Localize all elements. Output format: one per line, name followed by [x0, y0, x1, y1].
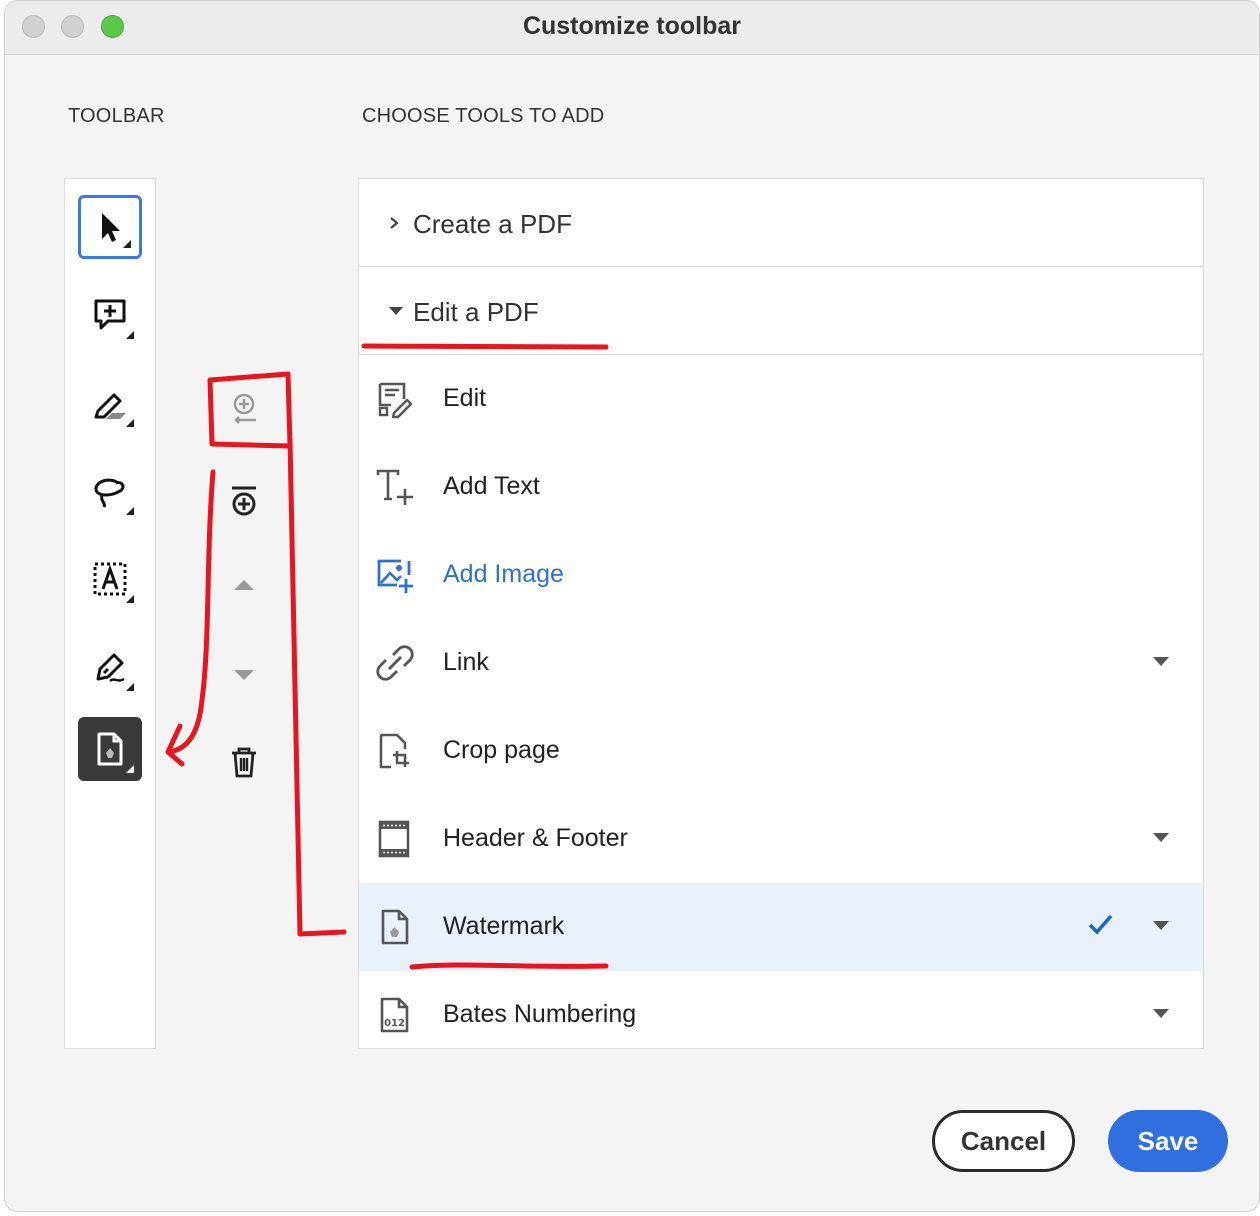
move-up-button[interactable] [218, 558, 270, 610]
window-title: Customize toolbar [522, 12, 742, 40]
toolbar-list [64, 178, 156, 1049]
toolbar-item-watermark[interactable] [78, 717, 142, 781]
title-bar: Customize toolbar [5, 1, 1259, 55]
add-to-toolbar-icon [233, 393, 256, 424]
toolbar-item-text-box[interactable] [78, 547, 142, 611]
checkmark-icon [1088, 914, 1113, 935]
cancel-button[interactable]: Cancel [932, 1110, 1075, 1172]
choose-tools-heading: CHOOSE TOOLS TO ADD [362, 105, 605, 127]
toolbar-item-select[interactable] [78, 195, 142, 259]
link-icon [376, 645, 414, 681]
sign-pen-icon [96, 653, 125, 683]
tool-label: Add Text [443, 472, 540, 500]
move-up-icon [234, 580, 254, 590]
dropdown-icon[interactable] [1153, 657, 1169, 666]
highlight-pen-icon [94, 393, 126, 419]
category-label: Edit a PDF [413, 297, 539, 327]
chevron-down-icon [389, 307, 403, 315]
tool-label: Header & Footer [443, 824, 628, 852]
move-down-icon [234, 670, 254, 680]
category-create-pdf[interactable]: Create a PDF [359, 179, 1203, 267]
tools-list-panel: Create a PDF Edit a PDF Edit Add Text Ad… [358, 178, 1204, 1049]
chevron-right-icon [390, 217, 399, 229]
add-divider-button[interactable] [218, 474, 270, 526]
dropdown-icon[interactable] [1153, 921, 1169, 930]
tool-label: Edit [443, 384, 487, 412]
tool-watermark[interactable]: Watermark [359, 883, 1203, 971]
tool-link[interactable]: Link [359, 619, 1203, 707]
add-comment-icon [94, 299, 126, 330]
dropdown-icon[interactable] [1153, 1009, 1169, 1018]
delete-button[interactable] [218, 736, 270, 788]
tool-label: Link [443, 648, 489, 676]
watermark-icon [381, 909, 409, 945]
tool-header-footer[interactable]: Header & Footer [359, 795, 1203, 883]
add-to-toolbar-button[interactable] [218, 382, 270, 434]
toolbar-heading: TOOLBAR [68, 105, 165, 127]
svg-text:012: 012 [384, 1018, 405, 1029]
tool-add-image[interactable]: Add Image [359, 531, 1203, 619]
tool-label: Bates Numbering [443, 1000, 637, 1028]
toolbar-item-highlight[interactable] [78, 371, 142, 435]
category-edit-pdf[interactable]: Edit a PDF [359, 267, 1203, 355]
tool-add-text[interactable]: Add Text [359, 443, 1203, 531]
toolbar-item-draw[interactable] [78, 459, 142, 523]
lasso-draw-icon [94, 478, 125, 508]
crop-page-icon [379, 733, 409, 769]
add-image-icon [377, 559, 413, 593]
toolbar-item-sign[interactable] [78, 635, 142, 699]
delete-icon [232, 747, 256, 778]
category-label: Create a PDF [413, 209, 572, 239]
bates-numbering-icon: 012 [380, 997, 409, 1033]
tool-bates-numbering[interactable]: 012 Bates Numbering [359, 971, 1203, 1059]
text-box-icon [93, 562, 127, 596]
toolbar-item-comment[interactable] [78, 283, 142, 347]
dropdown-icon[interactable] [1153, 833, 1169, 842]
tool-crop-page[interactable]: Crop page [359, 707, 1203, 795]
tool-edit[interactable]: Edit [359, 355, 1203, 443]
edit-document-icon [378, 382, 413, 419]
header-footer-icon [378, 820, 410, 858]
add-divider-icon [232, 486, 256, 516]
add-text-icon [376, 469, 413, 505]
move-down-button[interactable] [218, 648, 270, 700]
watermark-icon [97, 732, 123, 766]
tool-label: Watermark [443, 912, 565, 940]
tool-label: Add Image [443, 560, 564, 588]
tool-label: Crop page [443, 736, 560, 764]
save-button[interactable]: Save [1108, 1110, 1228, 1172]
